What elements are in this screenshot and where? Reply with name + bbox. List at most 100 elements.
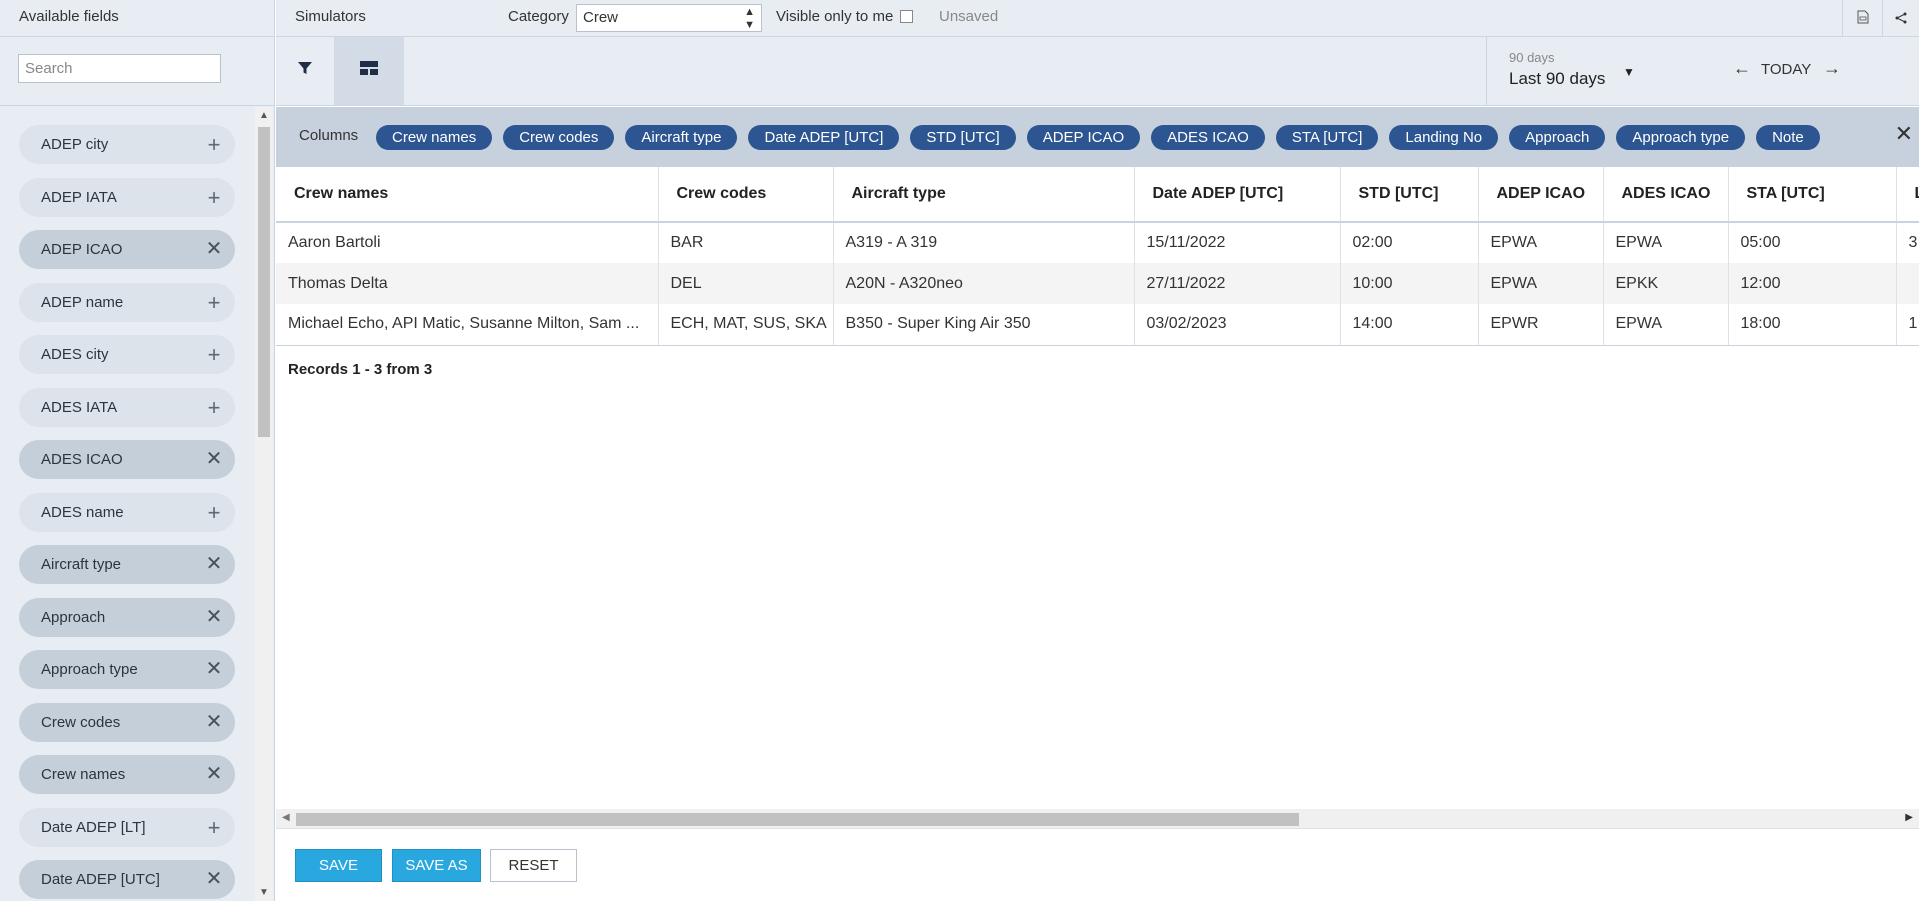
- scroll-up-arrow-icon[interactable]: ▲: [259, 110, 269, 121]
- column-chip[interactable]: STD [UTC]: [910, 125, 1016, 150]
- table-cell: 14:00: [1340, 304, 1479, 346]
- reset-button[interactable]: RESET: [490, 849, 577, 882]
- column-header[interactable]: Aircraft type: [833, 167, 1135, 223]
- horizontal-scrollbar-thumb[interactable]: [296, 813, 1299, 826]
- field-chip[interactable]: ADEP IATA +: [19, 177, 235, 217]
- table-cell: 05:00: [1728, 222, 1897, 263]
- column-chip[interactable]: Approach: [1509, 125, 1606, 150]
- add-field-icon[interactable]: +: [203, 178, 225, 217]
- table-row[interactable]: Thomas Delta DEL A20N - A320neo 27/11/2022 1…: [276, 263, 1919, 304]
- table-cell: DEL: [658, 263, 834, 304]
- save-button[interactable]: SAVE: [295, 849, 382, 882]
- column-header[interactable]: Date ADEP [UTC]: [1134, 167, 1341, 223]
- add-field-icon[interactable]: +: [203, 335, 225, 374]
- column-header[interactable]: STD [UTC]: [1340, 167, 1479, 223]
- remove-field-icon[interactable]: ✕: [203, 860, 225, 899]
- layout-icon: [360, 61, 378, 75]
- column-header[interactable]: ADEP ICAO: [1478, 167, 1604, 223]
- period-dropdown[interactable]: Last 90 days: [1509, 69, 1605, 89]
- field-chip[interactable]: ADES name +: [19, 492, 235, 532]
- column-chip[interactable]: ADES ICAO: [1151, 125, 1265, 150]
- add-field-icon[interactable]: +: [203, 283, 225, 322]
- field-list: ADEP city + ADEP IATA + ADEP ICAO ✕ ADEP name +…: [0, 107, 255, 901]
- records-count: Records 1 - 3 from 3: [288, 361, 433, 378]
- table-cell: A319 - A 319: [833, 222, 1135, 263]
- table-header-row: Crew names Crew codes Aircraft type Date AD…: [276, 167, 1919, 223]
- simulators-tab[interactable]: Simulators: [295, 0, 366, 34]
- remove-field-icon[interactable]: ✕: [203, 230, 225, 269]
- save-as-button[interactable]: SAVE AS: [392, 849, 481, 882]
- add-field-icon[interactable]: +: [203, 388, 225, 427]
- category-select[interactable]: Crew ▲ ▼: [576, 4, 762, 32]
- table-cell: B350 - Super King Air 350: [833, 304, 1135, 346]
- column-chip[interactable]: Approach type: [1616, 125, 1746, 150]
- column-header[interactable]: Crew names: [276, 167, 659, 223]
- column-header[interactable]: Crew codes: [658, 167, 834, 223]
- field-chip[interactable]: Aircraft type ✕: [19, 545, 235, 584]
- columns-layout-button[interactable]: [334, 37, 404, 105]
- column-header[interactable]: ADES ICAO: [1603, 167, 1729, 223]
- add-field-icon[interactable]: +: [203, 493, 225, 532]
- remove-field-icon[interactable]: ✕: [203, 703, 225, 742]
- field-chip[interactable]: ADES city +: [19, 335, 235, 374]
- field-chip[interactable]: Approach ✕: [19, 597, 235, 637]
- table-cell: BAR: [658, 222, 834, 263]
- filter-button[interactable]: [276, 37, 334, 105]
- field-chip[interactable]: ADES IATA +: [19, 387, 235, 427]
- field-chip[interactable]: ADEP ICAO ✕: [19, 230, 235, 269]
- field-chip[interactable]: ADEP name +: [19, 282, 235, 322]
- add-field-icon[interactable]: +: [203, 125, 225, 164]
- column-chip[interactable]: ADEP ICAO: [1026, 125, 1141, 150]
- field-chip-label: ADES ICAO: [41, 451, 123, 468]
- field-chip-label: Aircraft type: [41, 556, 122, 573]
- field-chip-label: Date ADEP [UTC]: [41, 871, 160, 888]
- visible-only-checkbox[interactable]: [900, 10, 913, 23]
- scroll-right-arrow-icon[interactable]: ▶: [1905, 812, 1913, 823]
- remove-field-icon[interactable]: ✕: [203, 755, 225, 794]
- today-button[interactable]: TODAY: [1761, 61, 1811, 78]
- column-chip[interactable]: STA [UTC]: [1275, 125, 1379, 150]
- field-chip-label: Date ADEP [LT]: [41, 818, 146, 836]
- field-chip[interactable]: Crew codes ✕: [19, 702, 235, 742]
- column-chip[interactable]: Date ADEP [UTC]: [748, 125, 900, 150]
- close-columns-icon[interactable]: ✕: [1895, 121, 1913, 147]
- table-row[interactable]: Michael Echo, API Matic, Susanne Milton,…: [276, 304, 1919, 346]
- field-chip-label: Crew codes: [41, 713, 121, 731]
- field-chip[interactable]: ADEP city +: [19, 125, 235, 164]
- field-list-scrollbar[interactable]: ▲ ▼: [255, 107, 273, 901]
- view-toolbar: 90 days Last 90 days ▼ ← TODAY →: [276, 37, 1919, 106]
- column-chip[interactable]: Crew codes: [503, 125, 615, 150]
- field-chip[interactable]: Approach type ✕: [19, 650, 235, 689]
- scroll-down-arrow-icon[interactable]: ▼: [259, 887, 269, 898]
- field-chip[interactable]: Crew names ✕: [19, 755, 235, 794]
- column-chip[interactable]: Landing No: [1389, 125, 1499, 150]
- remove-field-icon[interactable]: ✕: [203, 650, 225, 689]
- column-header[interactable]: L: [1896, 167, 1919, 223]
- period-caret-icon[interactable]: ▼: [1623, 65, 1635, 79]
- scrollbar-thumb[interactable]: [258, 127, 270, 437]
- period-prev-arrow-icon[interactable]: ←: [1733, 58, 1751, 79]
- table-cell: EPWA: [1478, 222, 1604, 263]
- column-chip[interactable]: Crew names: [376, 125, 493, 150]
- table-cell: ECH, MAT, SUS, SKA: [658, 304, 834, 346]
- field-chip[interactable]: Date ADEP [LT] +: [19, 807, 235, 847]
- horizontal-scrollbar[interactable]: ◀ ▶: [276, 809, 1919, 829]
- remove-field-icon[interactable]: ✕: [203, 440, 225, 479]
- table-cell: Aaron Bartoli: [276, 222, 659, 263]
- field-chip-label: ADEP name: [41, 293, 124, 311]
- scroll-left-arrow-icon[interactable]: ◀: [282, 812, 290, 823]
- column-header[interactable]: STA [UTC]: [1728, 167, 1897, 223]
- add-field-icon[interactable]: +: [203, 808, 225, 847]
- field-chip[interactable]: Date ADEP [UTC] ✕: [19, 860, 235, 899]
- field-chip[interactable]: ADES ICAO ✕: [19, 440, 235, 479]
- period-next-arrow-icon[interactable]: →: [1823, 58, 1841, 79]
- remove-field-icon[interactable]: ✕: [203, 545, 225, 584]
- column-chip[interactable]: Note: [1756, 125, 1820, 150]
- field-search-input[interactable]: [18, 54, 221, 83]
- table-cell: [1896, 263, 1919, 304]
- table-row[interactable]: Aaron Bartoli BAR A319 - A 319 15/11/2022 02…: [276, 222, 1919, 263]
- export-button[interactable]: [1842, 0, 1882, 37]
- share-button[interactable]: [1882, 0, 1919, 37]
- column-chip[interactable]: Aircraft type: [625, 125, 738, 150]
- remove-field-icon[interactable]: ✕: [203, 598, 225, 637]
